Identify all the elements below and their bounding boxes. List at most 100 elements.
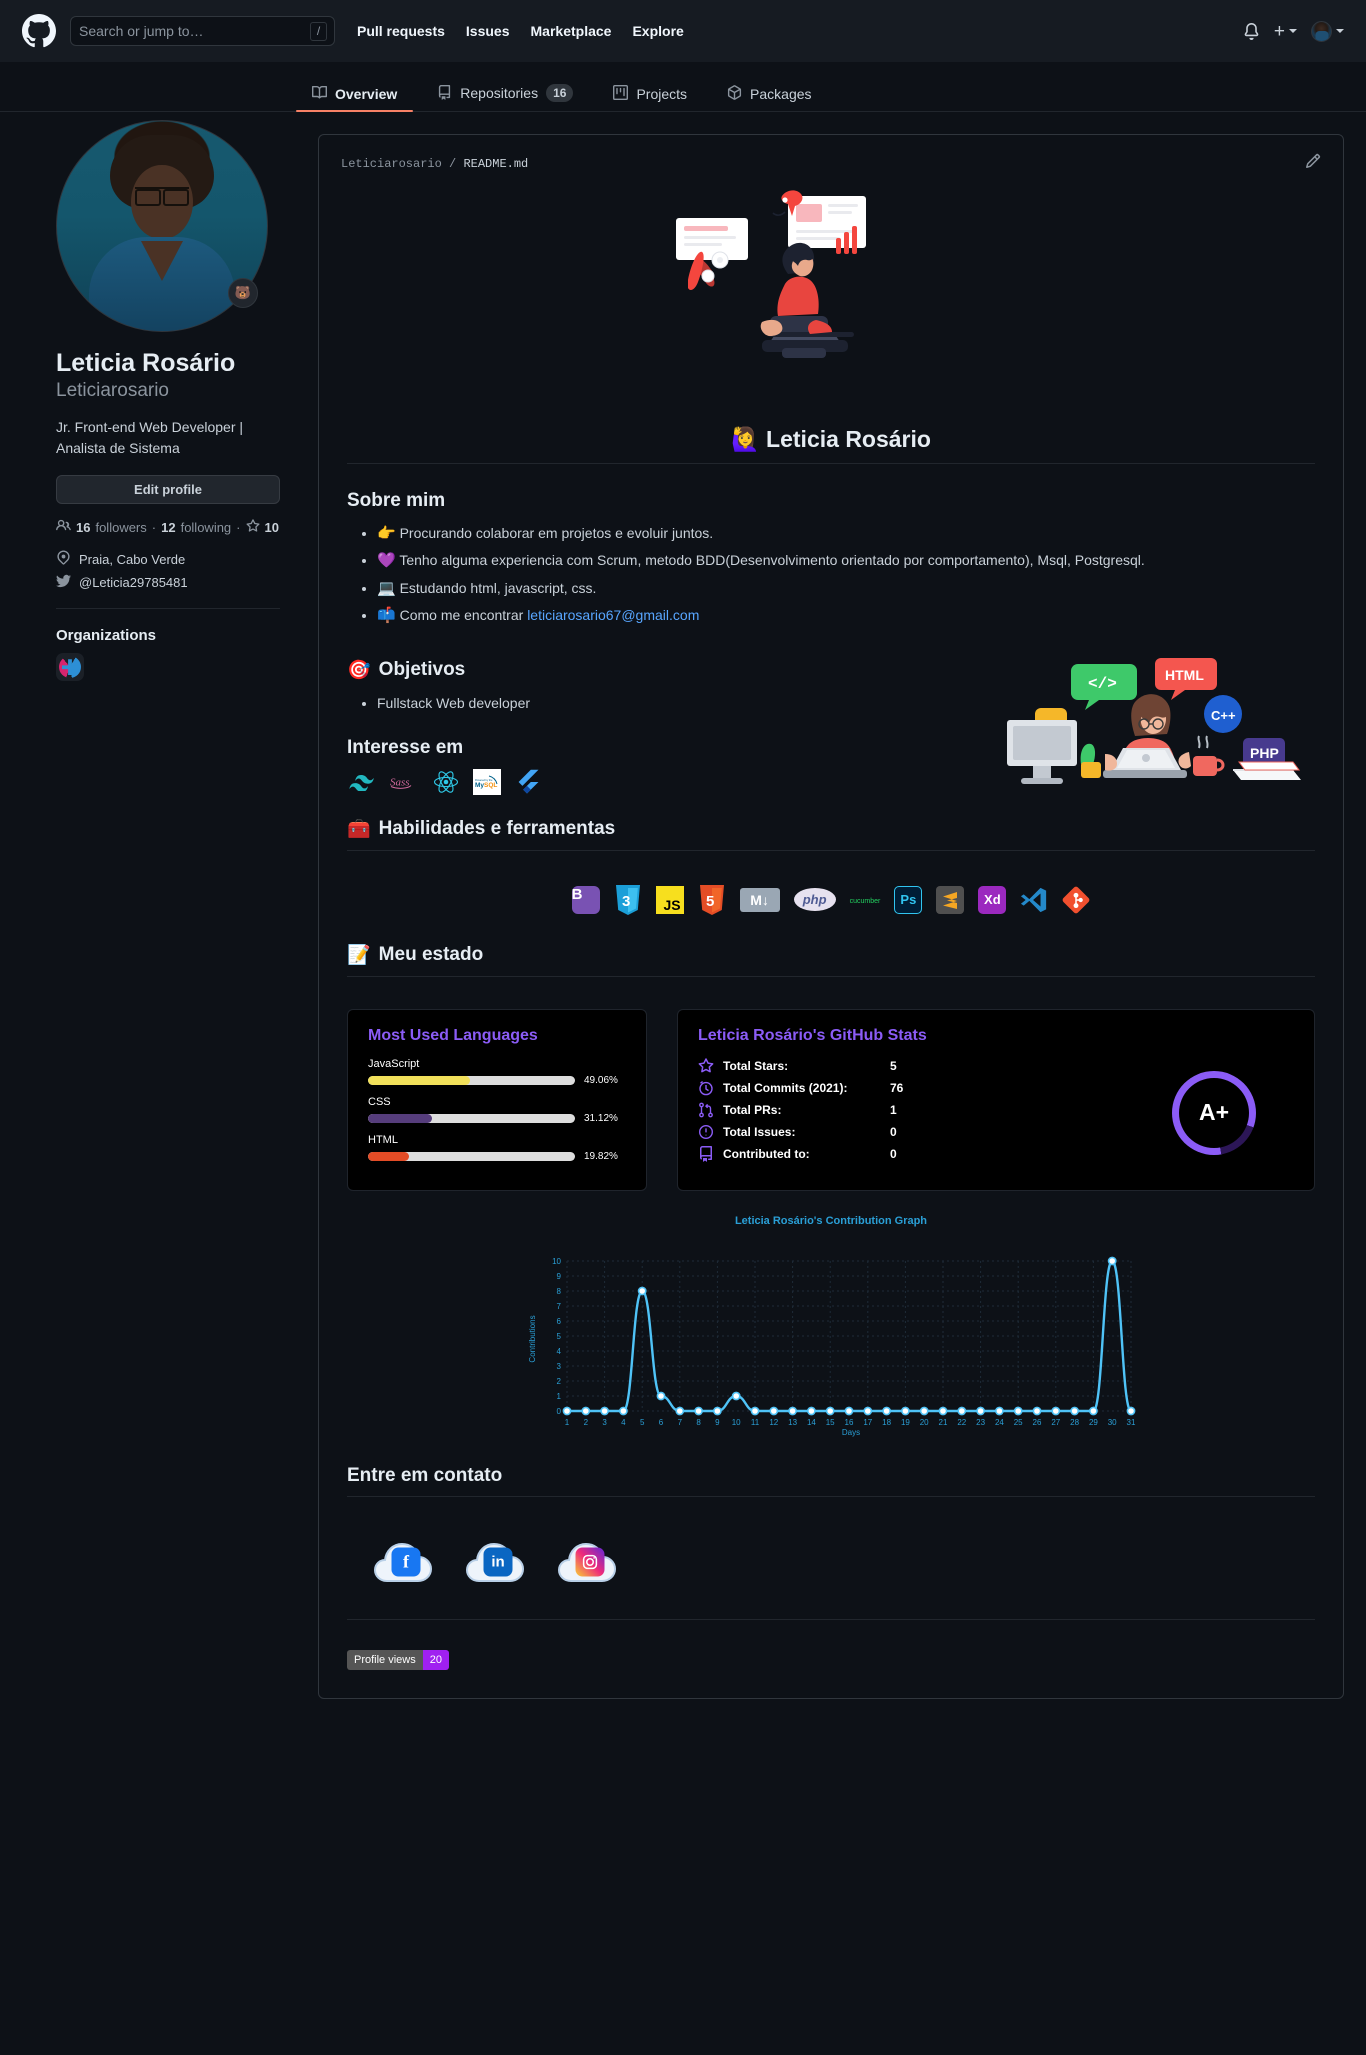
tab-repositories[interactable]: Repositories 16	[421, 84, 589, 111]
create-new-button[interactable]: +	[1274, 22, 1297, 41]
status-emoji-button[interactable]: 🐻	[228, 278, 258, 308]
goals-title-text: Objetivos	[378, 659, 466, 681]
svg-text:5: 5	[706, 893, 714, 910]
followers-label[interactable]: followers	[95, 520, 146, 535]
tab-overview[interactable]: Overview	[296, 85, 414, 112]
chevron-down-icon	[1336, 29, 1344, 33]
account-menu-button[interactable]	[1311, 20, 1344, 42]
svg-text:28: 28	[1070, 1418, 1079, 1427]
tab-label: Projects	[636, 85, 688, 102]
profile-tabbar: Overview Repositories 16 Projects Packag…	[0, 62, 1366, 112]
coding-workspace-illustration-icon: </> HTML Js C++ PHP	[1007, 658, 1301, 785]
chart-ylabel: Contributions	[528, 1315, 537, 1362]
pencil-icon[interactable]	[1305, 153, 1321, 174]
profile-meta-list: Praia, Cabo Verde @Leticia29785481	[56, 550, 280, 591]
stat-value: 0	[890, 1146, 897, 1161]
about-list: 👉 Procurando colaborar em projetos e evo…	[347, 522, 1315, 628]
photoshop-icon[interactable]: Ps	[894, 885, 923, 914]
list-item: 📫 Como me encontrar leticiarosario67@gma…	[377, 604, 1315, 628]
nav-pull-requests[interactable]: Pull requests	[357, 23, 445, 39]
following-label[interactable]: following	[181, 520, 232, 535]
twitter-icon	[56, 573, 71, 591]
sass-icon[interactable]: Sass	[389, 772, 419, 792]
about-item-text: Como me encontrar	[399, 606, 528, 623]
tab-label: Overview	[335, 85, 398, 102]
nav-explore[interactable]: Explore	[632, 23, 683, 39]
php-icon[interactable]: php	[793, 888, 836, 912]
svg-text:2: 2	[557, 1377, 562, 1386]
linkedin-link[interactable]: in	[465, 1537, 531, 1585]
svg-text:22: 22	[957, 1418, 966, 1427]
linkedin-glyph: in	[483, 1547, 513, 1577]
github-logo-icon[interactable]	[22, 14, 56, 48]
svg-text:31: 31	[1127, 1418, 1136, 1427]
cucumber-icon[interactable]: cucumber	[850, 895, 881, 905]
readme-heading: 🙋‍♀️ Leticia Rosário	[347, 426, 1315, 464]
profile-username: Leticiarosario	[56, 380, 169, 402]
interests-title: Interesse em	[347, 736, 464, 758]
stat-row: Total Issues: 0	[698, 1124, 1172, 1140]
sublime-text-icon[interactable]	[936, 885, 965, 914]
nav-marketplace[interactable]: Marketplace	[531, 23, 612, 39]
adobe-xd-icon[interactable]: Xd	[978, 885, 1007, 914]
javascript-icon[interactable]: JS	[655, 885, 684, 914]
chart-xlabel: Days	[842, 1428, 860, 1437]
status-title: 📝 Meu estado	[347, 943, 1315, 977]
followers-count[interactable]: 16	[76, 520, 90, 535]
svg-text:9: 9	[715, 1418, 720, 1427]
nav-issues[interactable]: Issues	[466, 23, 510, 39]
readme-owner[interactable]: Leticiarosario	[341, 157, 442, 171]
clock-icon	[698, 1080, 714, 1096]
react-icon[interactable]	[433, 770, 459, 794]
contribution-graph-title[interactable]: Leticia Rosário's Contribution Graph	[347, 1215, 1315, 1227]
package-icon	[727, 85, 742, 102]
stats-card-title: Leticia Rosário's GitHub Stats	[698, 1026, 927, 1044]
bootstrap-icon[interactable]: B	[571, 885, 600, 914]
bell-icon[interactable]	[1243, 22, 1260, 40]
following-count[interactable]: 12	[161, 520, 175, 535]
stars-count[interactable]: 10	[265, 520, 279, 535]
svg-text:7: 7	[678, 1418, 683, 1427]
markdown-icon[interactable]: M↓	[739, 887, 780, 912]
hero-illustration	[347, 184, 1315, 426]
adobe-xd-glyph: Xd	[978, 885, 1007, 914]
svg-text:SQL: SQL	[484, 782, 497, 789]
instagram-link[interactable]	[557, 1537, 623, 1585]
mysql-icon[interactable]: Powered by the My SQL	[473, 768, 501, 795]
search-input[interactable]: Search or jump to… /	[70, 16, 335, 46]
profile-views-count: 20	[422, 1649, 449, 1670]
readme-breadcrumb: Leticiarosario / README.md	[341, 157, 528, 171]
edit-profile-button[interactable]: Edit profile	[56, 475, 280, 505]
profile-twitter[interactable]: @Leticia29785481	[56, 573, 280, 591]
facebook-link[interactable]: f	[373, 1537, 439, 1585]
readme-filename[interactable]: README.md	[463, 157, 528, 171]
git-icon[interactable]	[1062, 886, 1090, 914]
svg-text:14: 14	[807, 1418, 816, 1427]
section-contact: Entre em contato f in	[347, 1465, 1315, 1595]
svg-text:6: 6	[659, 1418, 664, 1427]
flutter-icon[interactable]	[515, 769, 539, 795]
profile-views-area: Profile views 20	[347, 1618, 1315, 1670]
list-item: Fullstack Web developer	[377, 692, 967, 715]
about-item-text: Tenho alguma experiencia com Scrum, meto…	[399, 552, 1145, 569]
stat-label: Total Issues:	[723, 1124, 796, 1139]
profile-views-label: Profile views	[347, 1649, 423, 1670]
tailwindcss-icon[interactable]	[347, 773, 375, 791]
vscode-icon[interactable]	[1020, 886, 1048, 914]
list-item: 💜 Tenho alguma experiencia com Scrum, me…	[377, 549, 1315, 573]
svg-text:10: 10	[552, 1257, 561, 1266]
stat-label: Total Stars:	[723, 1058, 789, 1073]
tab-projects[interactable]: Projects	[597, 85, 703, 111]
most-used-languages-card: Most Used Languages JavaScript 49.06% CS…	[347, 1008, 647, 1191]
email-link[interactable]: leticiarosario67@gmail.com	[527, 607, 699, 623]
organization-avatar[interactable]	[56, 653, 84, 682]
svg-text:29: 29	[1089, 1418, 1098, 1427]
html5-icon[interactable]: 5	[698, 884, 726, 915]
profile-readme-card: Leticiarosario / README.md	[318, 134, 1344, 1699]
twitter-handle[interactable]: @Leticia29785481	[79, 575, 188, 590]
svg-text:8: 8	[696, 1418, 701, 1427]
tab-packages[interactable]: Packages	[711, 85, 827, 111]
memo-emoji-icon: 📝	[347, 944, 371, 966]
svg-text:10: 10	[732, 1418, 741, 1427]
css3-icon[interactable]: 3	[614, 884, 642, 915]
